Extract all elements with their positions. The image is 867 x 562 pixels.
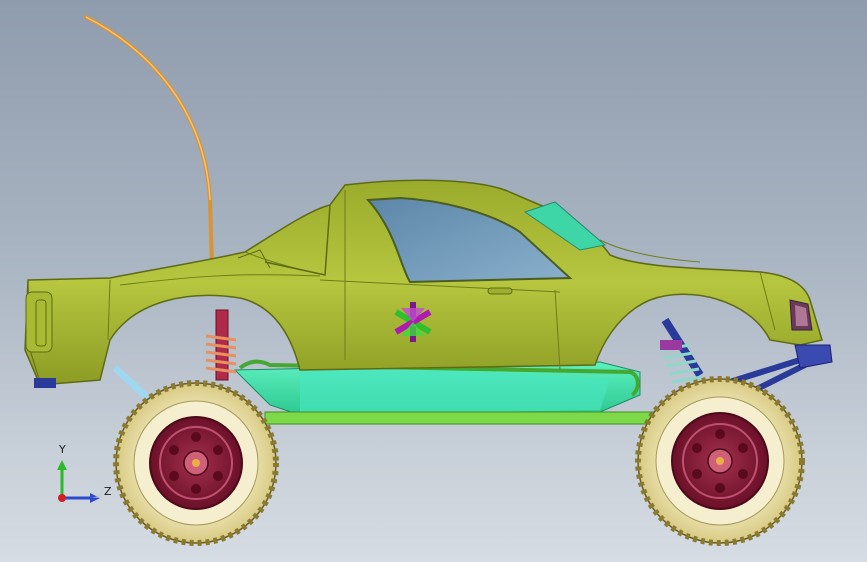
axis-y-label: Y <box>58 443 66 456</box>
front-wheel <box>635 376 805 546</box>
axis-z-label: Z <box>104 485 112 498</box>
rear-wheel <box>113 380 279 546</box>
front-shock-absorber <box>659 317 704 384</box>
rear-suspension-arm <box>112 365 153 403</box>
rear-shock-absorber <box>205 309 237 381</box>
truck-model-view[interactable]: Y Z <box>0 0 867 562</box>
chassis-frame <box>233 359 656 425</box>
antenna <box>84 15 214 270</box>
axis-triad: Y Z <box>57 443 112 503</box>
cad-viewport[interactable]: Y Z <box>0 0 867 562</box>
